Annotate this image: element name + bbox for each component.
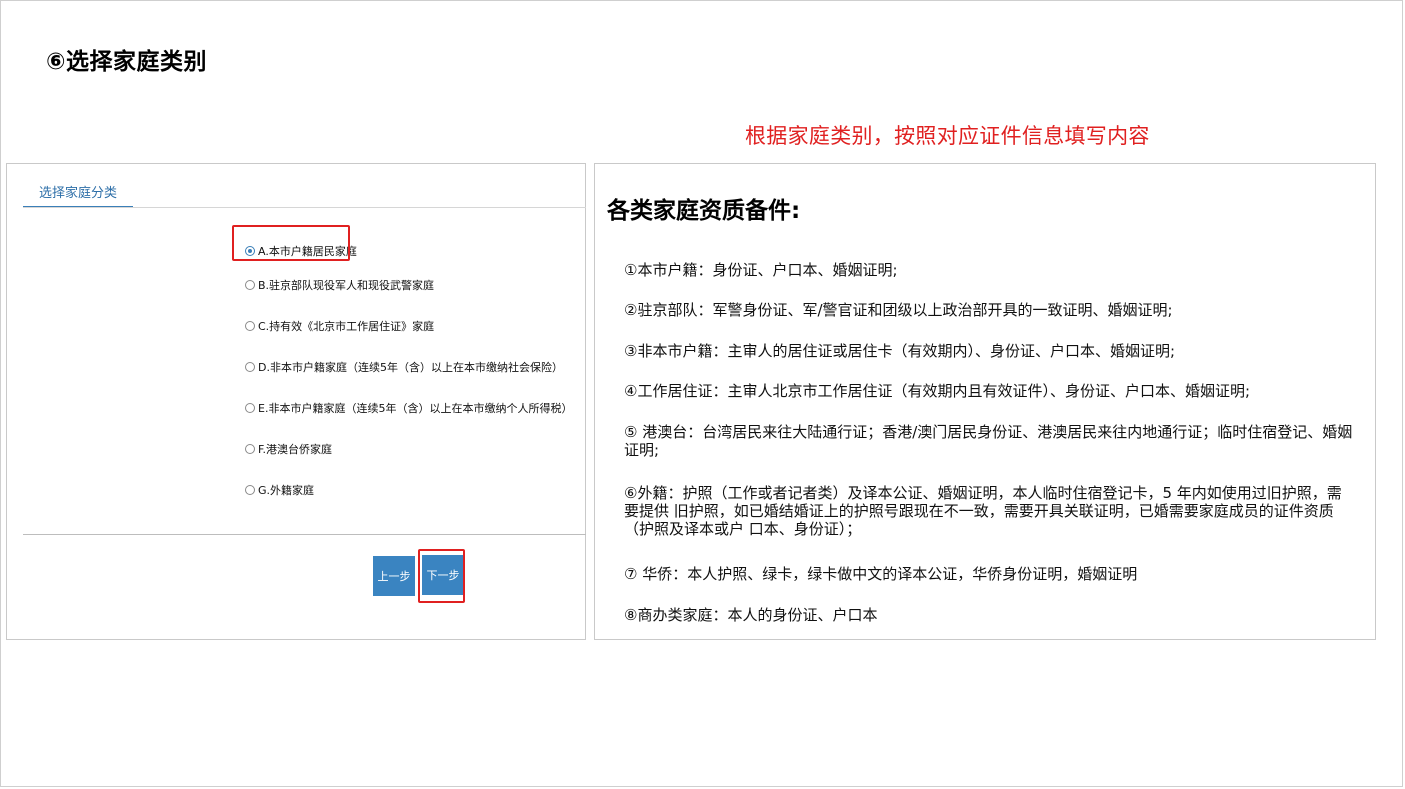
requirement-item: ①本市户籍：身份证、户口本、婚姻证明; (624, 261, 898, 279)
tab-select-family-category[interactable]: 选择家庭分类 (23, 182, 133, 208)
category-options: A.本市户籍居民家庭 B.驻京部队现役军人和现役武警家庭 C.持有效《北京市工作… (245, 237, 572, 510)
page-title: ⑥选择家庭类别 (46, 49, 207, 75)
radio-icon[interactable] (245, 402, 255, 413)
requirements-heading: 各类家庭资质备件: (607, 198, 801, 224)
requirement-item: ⑤ 港澳台：台湾居民来往大陆通行证；香港/澳门居民身份证、港澳居民来往内地通行证… (624, 423, 1353, 459)
option-label: D.非本市户籍家庭（连续5年（含）以上在本市缴纳社会保险） (258, 360, 563, 374)
option-c[interactable]: C.持有效《北京市工作居住证》家庭 (245, 305, 572, 346)
tab-divider (23, 207, 586, 208)
requirement-item: ⑦ 华侨：本人护照、绿卡，绿卡做中文的译本公证，华侨身份证明，婚姻证明 (624, 565, 1138, 583)
option-label: G.外籍家庭 (258, 483, 315, 497)
option-label: F.港澳台侨家庭 (258, 442, 333, 456)
option-d[interactable]: D.非本市户籍家庭（连续5年（含）以上在本市缴纳社会保险） (245, 346, 572, 387)
requirement-item: ③非本市户籍：主审人的居住证或居住卡（有效期内）、身份证、户口本、婚姻证明; (624, 342, 1176, 360)
radio-icon[interactable] (245, 320, 255, 331)
requirement-item: ⑥外籍：护照（工作或者记者类）及译本公证、婚姻证明，本人临时住宿登记卡，5 年内… (624, 484, 1342, 538)
option-f[interactable]: F.港澳台侨家庭 (245, 428, 572, 469)
highlight-box-next-button (418, 549, 465, 603)
previous-step-button[interactable]: 上一步 (373, 556, 415, 596)
option-label: C.持有效《北京市工作居住证》家庭 (258, 319, 435, 333)
radio-icon[interactable] (245, 443, 255, 454)
requirement-item: ②驻京部队：军警身份证、军/警官证和团级以上政治部开具的一致证明、婚姻证明; (624, 301, 1173, 319)
form-divider (23, 534, 586, 535)
option-e[interactable]: E.非本市户籍家庭（连续5年（含）以上在本市缴纳个人所得税） (245, 387, 572, 428)
requirements-panel: 各类家庭资质备件: ①本市户籍：身份证、户口本、婚姻证明; ②驻京部队：军警身份… (594, 163, 1376, 640)
radio-icon[interactable] (245, 279, 255, 290)
family-category-form: 选择家庭分类 A.本市户籍居民家庭 B.驻京部队现役军人和现役武警家庭 C.持有… (6, 163, 586, 640)
radio-icon[interactable] (245, 361, 255, 372)
option-label: E.非本市户籍家庭（连续5年（含）以上在本市缴纳个人所得税） (258, 401, 573, 415)
option-label: B.驻京部队现役军人和现役武警家庭 (258, 278, 435, 292)
requirement-item: ④工作居住证：主审人北京市工作居住证（有效期内且有效证件）、身份证、户口本、婚姻… (624, 382, 1251, 400)
radio-icon[interactable] (245, 484, 255, 495)
option-g[interactable]: G.外籍家庭 (245, 469, 572, 510)
instruction-note: 根据家庭类别，按照对应证件信息填写内容 (745, 124, 1150, 148)
requirement-item: ⑧商办类家庭：本人的身份证、户口本 (624, 606, 878, 624)
option-b[interactable]: B.驻京部队现役军人和现役武警家庭 (245, 264, 572, 305)
highlight-box-option-a (232, 225, 350, 261)
